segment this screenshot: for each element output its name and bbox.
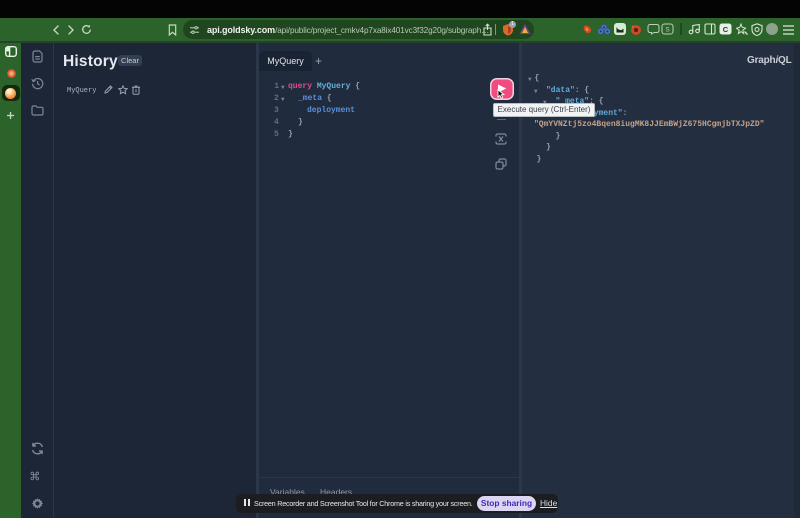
svg-text:C: C — [723, 25, 729, 34]
svg-text:S: S — [665, 27, 670, 34]
